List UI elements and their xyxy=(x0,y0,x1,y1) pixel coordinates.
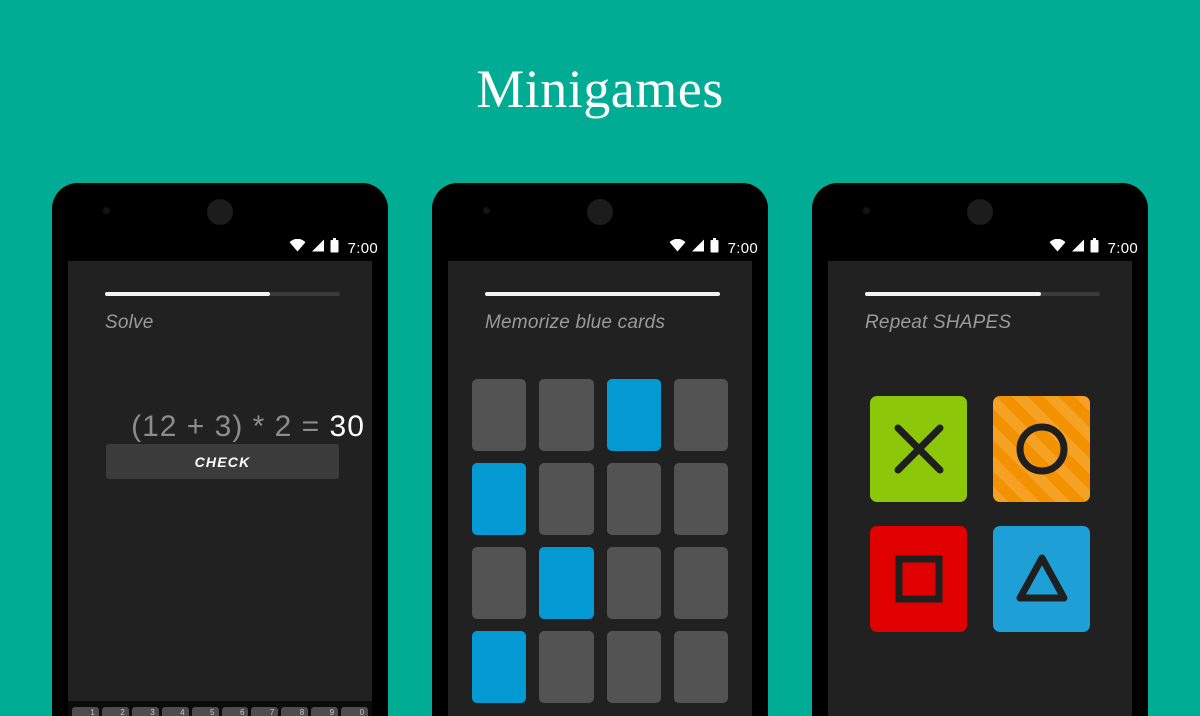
memory-card[interactable] xyxy=(673,463,728,535)
check-button[interactable]: CHECK xyxy=(106,444,339,479)
wifi-icon xyxy=(669,238,686,257)
progress-bar-fill xyxy=(485,292,720,296)
memory-card[interactable] xyxy=(472,547,527,619)
key-o[interactable]: O9 xyxy=(311,707,339,716)
battery-icon xyxy=(1090,238,1099,258)
phone-bezel-top xyxy=(812,183,1148,235)
key-i[interactable]: I8 xyxy=(281,707,309,716)
memory-card-grid xyxy=(472,379,728,703)
front-camera-icon xyxy=(587,199,613,225)
battery-icon xyxy=(710,238,719,258)
wifi-icon xyxy=(1049,238,1066,257)
keyboard-row-1: Q1W2E3R4T5Y6U7I8O9P0 xyxy=(70,704,370,716)
wifi-icon xyxy=(289,238,306,257)
key-superscript: 1 xyxy=(90,708,95,716)
phone-shapes-minigame: 7:00 Repeat SHAPES xyxy=(812,183,1148,716)
sensor-dot-icon xyxy=(483,207,490,214)
game-prompt: Repeat SHAPES xyxy=(865,312,1012,333)
shape-card-grid xyxy=(870,396,1090,632)
key-superscript: 4 xyxy=(180,708,185,716)
phone-bezel-top xyxy=(432,183,768,235)
key-superscript: 6 xyxy=(239,708,245,716)
equation-answer: 30 xyxy=(329,410,365,443)
progress-bar-fill xyxy=(865,292,1042,296)
status-bar: 7:00 xyxy=(828,235,1138,261)
page-title: Minigames xyxy=(476,59,724,119)
progress-bar-fill xyxy=(105,292,270,296)
memory-card[interactable] xyxy=(472,463,527,535)
key-superscript: 3 xyxy=(150,708,155,716)
memory-card[interactable] xyxy=(606,463,661,535)
memory-card[interactable] xyxy=(472,631,527,703)
shape-card-square[interactable] xyxy=(870,526,967,632)
key-superscript: 9 xyxy=(329,708,335,716)
key-superscript: 5 xyxy=(210,708,215,716)
game-prompt: Solve xyxy=(105,312,154,333)
phone-screen-shapes: Repeat SHAPES xyxy=(828,261,1132,716)
memory-card[interactable] xyxy=(539,463,594,535)
circle-icon xyxy=(1011,418,1073,480)
cross-icon xyxy=(888,418,950,480)
memory-card[interactable] xyxy=(539,631,594,703)
front-camera-icon xyxy=(967,199,993,225)
key-u[interactable]: U7 xyxy=(251,707,279,716)
square-icon xyxy=(888,548,950,610)
progress-bar-track xyxy=(485,292,720,296)
on-screen-keyboard[interactable]: Q1W2E3R4T5Y6U7I8O9P0 ASDFGHJKL Z X C V B… xyxy=(68,701,372,716)
phone-math-minigame: 7:00 Solve (12 + 3) * 2 = 30 CHECK Q1W2E… xyxy=(52,183,388,716)
memory-card[interactable] xyxy=(472,379,527,451)
key-y[interactable]: Y6 xyxy=(221,707,249,716)
memory-card[interactable] xyxy=(606,631,661,703)
front-camera-icon xyxy=(207,199,233,225)
equation-question: (12 + 3) * 2 = xyxy=(131,410,330,443)
shape-card-circle[interactable] xyxy=(993,396,1090,502)
shape-card-triangle[interactable] xyxy=(993,526,1090,632)
battery-icon xyxy=(330,238,339,258)
memory-card[interactable] xyxy=(539,379,594,451)
shape-card-cross[interactable] xyxy=(870,396,967,502)
signal-icon xyxy=(691,239,705,257)
progress-bar-track xyxy=(105,292,340,296)
key-p[interactable]: P0 xyxy=(341,707,369,716)
status-bar-time: 7:00 xyxy=(347,239,378,257)
signal-icon xyxy=(1071,239,1085,257)
game-prompt: Memorize blue cards xyxy=(485,312,666,333)
sensor-dot-icon xyxy=(863,207,870,214)
key-superscript: 0 xyxy=(359,708,365,716)
phone-memory-minigame: 7:00 Memorize blue cards xyxy=(432,183,768,716)
status-bar: 7:00 xyxy=(448,235,758,261)
sensor-dot-icon xyxy=(103,207,110,214)
memory-card[interactable] xyxy=(673,379,728,451)
phone-screen-memory: Memorize blue cards xyxy=(448,261,752,716)
memory-card[interactable] xyxy=(673,547,728,619)
memory-card[interactable] xyxy=(606,379,661,451)
key-q[interactable]: Q1 xyxy=(71,707,99,716)
memory-card[interactable] xyxy=(606,547,661,619)
status-bar-time: 7:00 xyxy=(1107,239,1138,257)
signal-icon xyxy=(311,239,325,257)
key-r[interactable]: R4 xyxy=(161,707,189,716)
progress-bar-track xyxy=(865,292,1100,296)
phone-bezel-top xyxy=(52,183,388,235)
key-t[interactable]: T5 xyxy=(191,707,219,716)
triangle-icon xyxy=(1011,548,1073,610)
key-superscript: 2 xyxy=(120,708,125,716)
status-bar: 7:00 xyxy=(68,235,378,261)
key-superscript: 8 xyxy=(299,708,305,716)
key-superscript: 7 xyxy=(269,708,275,716)
status-bar-time: 7:00 xyxy=(727,239,758,257)
key-w[interactable]: W2 xyxy=(101,707,129,716)
memory-card[interactable] xyxy=(673,631,728,703)
phone-screen-math: Solve (12 + 3) * 2 = 30 CHECK Q1W2E3R4T5… xyxy=(68,261,372,716)
memory-card[interactable] xyxy=(539,547,594,619)
key-e[interactable]: E3 xyxy=(131,707,159,716)
